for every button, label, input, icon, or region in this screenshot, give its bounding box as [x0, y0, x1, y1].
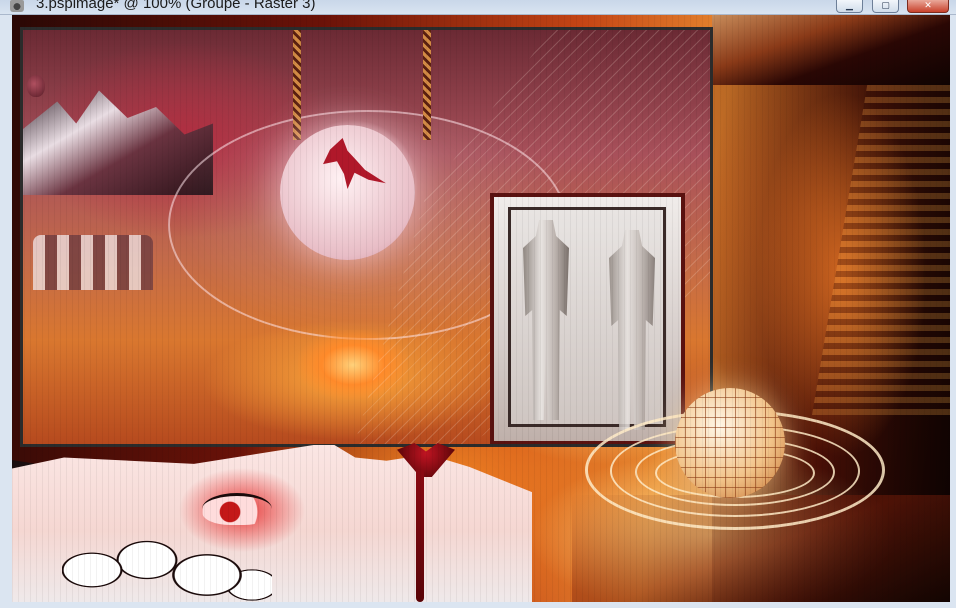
colonnade [33, 235, 153, 290]
full-moon [280, 125, 415, 260]
camera-icon [10, 0, 24, 12]
background-top-streak [712, 15, 950, 85]
close-icon: ✕ [924, 1, 932, 11]
hanging-rope-right [423, 30, 431, 140]
maximize-icon: ▢ [881, 1, 890, 11]
woman-eye [202, 493, 272, 525]
minimize-button[interactable]: ▁ [836, 0, 863, 13]
image-canvas[interactable] [12, 15, 950, 602]
hot-air-balloon [27, 75, 45, 97]
lip-drip [416, 470, 424, 602]
maximize-button[interactable]: ▢ [872, 0, 899, 13]
wireframe-sphere [675, 388, 785, 498]
armor-figure-front [523, 220, 569, 420]
title-bar[interactable]: 3.pspimage* @ 100% (Groupe - Raster 3) ▁… [0, 0, 956, 15]
app-window: 3.pspimage* @ 100% (Groupe - Raster 3) ▁… [0, 0, 956, 608]
white-flower-petals [62, 530, 272, 602]
close-button[interactable]: ✕ [907, 0, 949, 13]
hanging-rope-left [293, 30, 301, 140]
ringed-planet [585, 370, 895, 570]
minimize-icon: ▁ [846, 1, 853, 11]
window-title: 3.pspimage* @ 100% (Groupe - Raster 3) [36, 0, 316, 12]
